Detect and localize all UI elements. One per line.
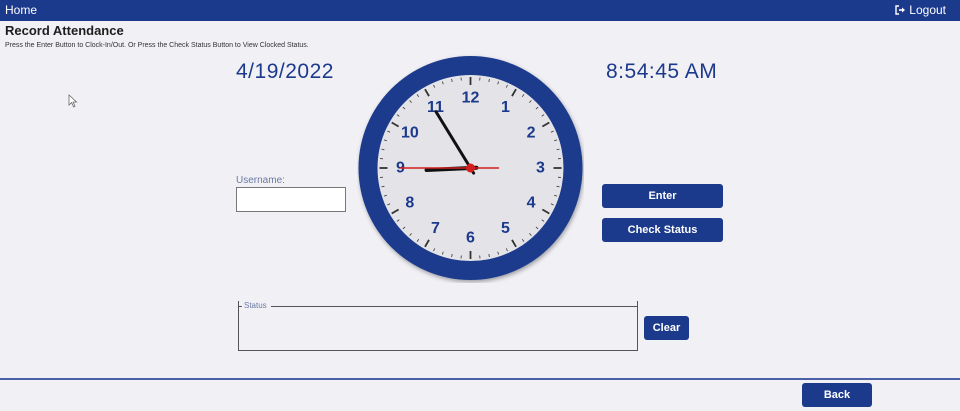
analog-clock: 121234567891011 — [358, 56, 583, 280]
clock-numeral: 1 — [501, 99, 510, 116]
home-link[interactable]: Home — [5, 3, 37, 17]
current-time: 8:54:45 AM — [606, 60, 718, 83]
logout-label: Logout — [909, 3, 946, 17]
clock-numeral: 5 — [501, 220, 510, 237]
username-label: Username: — [236, 175, 285, 186]
clock-numeral: 3 — [536, 160, 545, 177]
clock-numeral: 8 — [405, 195, 414, 212]
status-border-left — [238, 306, 242, 307]
status-box: Status — [238, 301, 638, 351]
top-nav-bar: Home Logout — [0, 0, 960, 21]
current-date: 4/19/2022 — [236, 60, 334, 83]
mouse-cursor-icon — [68, 94, 78, 108]
clock-numeral: 2 — [527, 125, 536, 142]
instructions-text: Press the Enter Button to Clock-In/Out. … — [5, 42, 309, 49]
status-textarea[interactable] — [242, 311, 638, 351]
clear-button[interactable]: Clear — [644, 316, 689, 340]
check-status-button[interactable]: Check Status — [602, 218, 723, 242]
back-button[interactable]: Back — [802, 383, 872, 407]
page-title: Record Attendance — [5, 23, 124, 38]
clock-numeral: 10 — [401, 125, 419, 142]
clock-numeral: 6 — [466, 230, 475, 247]
clock-numeral: 7 — [431, 220, 440, 237]
status-border-right — [271, 306, 638, 307]
footer-divider — [0, 378, 960, 380]
logout-link[interactable]: Logout — [895, 3, 946, 17]
clock-numeral: 12 — [462, 90, 480, 107]
username-input[interactable] — [236, 187, 346, 212]
clock-numeral: 4 — [527, 195, 536, 212]
sign-out-icon — [895, 5, 906, 15]
clock-center-pin — [466, 163, 475, 173]
status-legend: Status — [244, 301, 267, 310]
enter-button[interactable]: Enter — [602, 184, 723, 208]
